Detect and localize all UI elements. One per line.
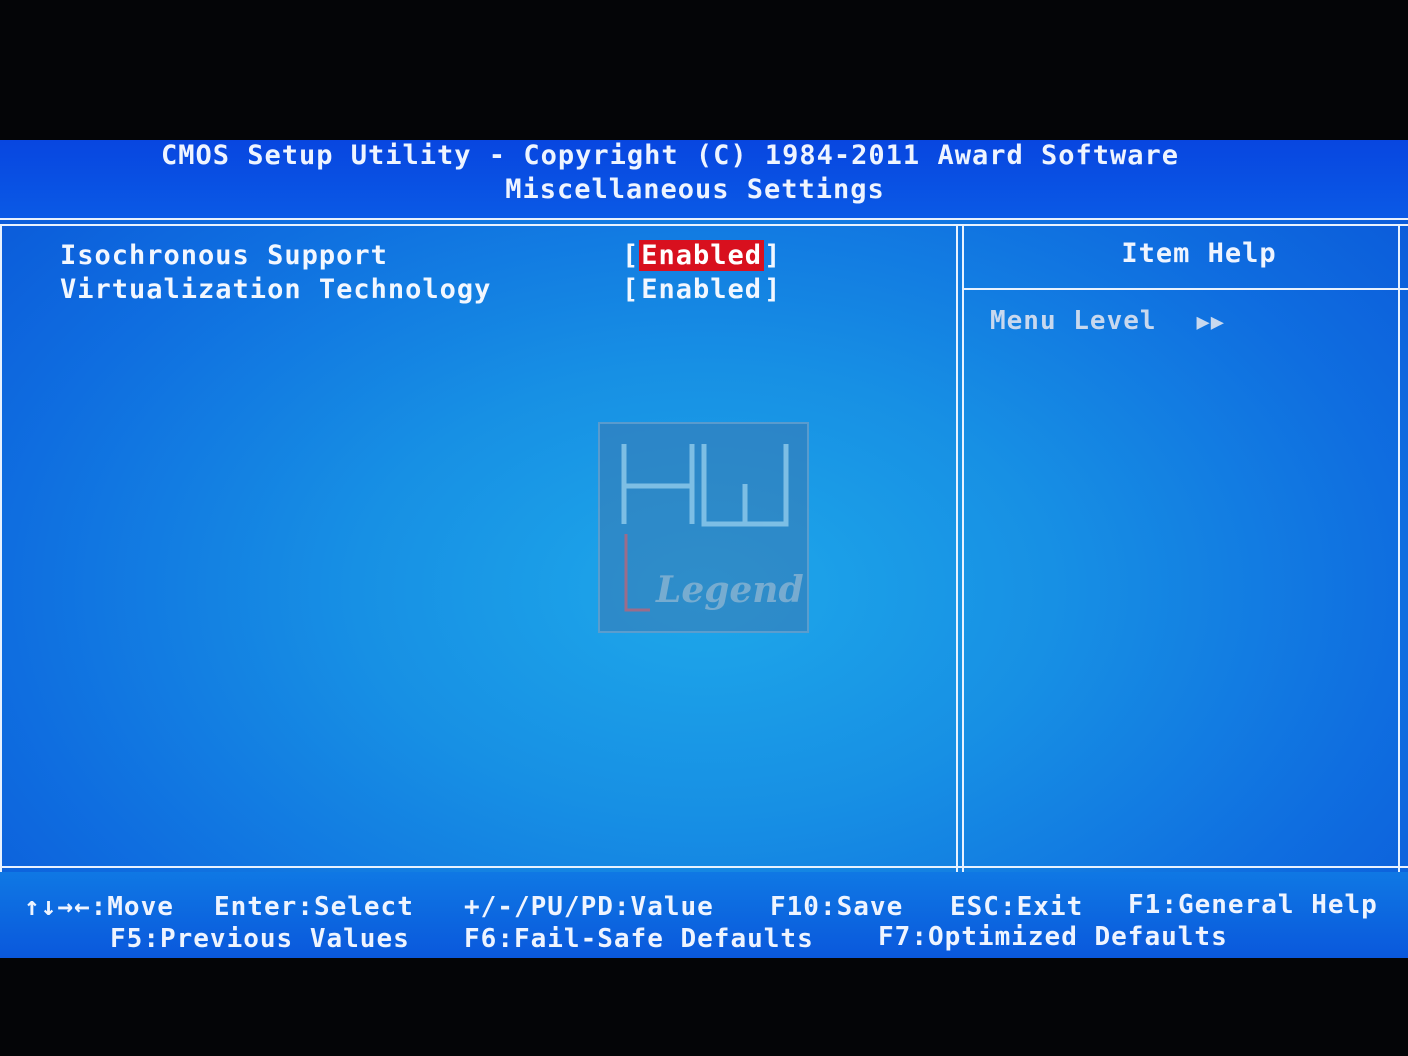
header-divider-bottom <box>0 224 1408 226</box>
key-hint-value: +/-/PU/PD:Value <box>464 892 714 922</box>
key-hint-fail-safe-defaults: F6:Fail-Safe Defaults <box>464 924 814 954</box>
item-help-title: Item Help <box>1121 238 1277 269</box>
setting-isochronous-support[interactable]: Isochronous Support [Enabled] <box>60 240 820 274</box>
key-hint-exit: ESC:Exit <box>950 892 1084 922</box>
menu-level-label: Menu Level <box>990 306 1157 336</box>
double-arrow-right-icon: ▶▶ <box>1196 310 1226 335</box>
watermark-logo-icon: Legend <box>621 444 804 612</box>
footer-divider-top <box>0 866 1408 868</box>
setting-label: Virtualization Technology <box>60 274 492 305</box>
key-hint-previous-values: F5:Previous Values <box>110 924 410 954</box>
help-title-divider <box>962 288 1408 290</box>
right-border <box>1398 224 1400 872</box>
header-bar: CMOS Setup Utility - Copyright (C) 1984-… <box>0 140 1408 220</box>
help-panel-divider-right <box>962 224 964 872</box>
setting-virtualization-technology[interactable]: Virtualization Technology [Enabled] <box>60 274 820 308</box>
key-hint-general-help: F1:General Help <box>1128 890 1378 920</box>
setting-value-text: Enabled <box>639 240 765 271</box>
hwlegend-watermark-logo: Legend <box>598 422 809 633</box>
key-hint-optimized-defaults: F7:Optimized Defaults <box>878 922 1228 952</box>
utility-title: CMOS Setup Utility - Copyright (C) 1984-… <box>160 140 1180 171</box>
setting-value[interactable]: [Enabled] <box>622 274 781 305</box>
monitor-screen: CMOS Setup Utility - Copyright (C) 1984-… <box>0 0 1408 1056</box>
bios-setup-window: CMOS Setup Utility - Copyright (C) 1984-… <box>0 140 1408 958</box>
help-panel-divider-left <box>956 224 958 872</box>
setting-value-text: Enabled <box>641 274 763 305</box>
footer-keybar: ↑↓→←:Move Enter:Select +/-/PU/PD:Value F… <box>0 872 1408 958</box>
watermark-text: Legend <box>655 569 804 611</box>
key-hint-save: F10:Save <box>770 892 904 922</box>
key-hint-select: Enter:Select <box>214 892 414 922</box>
settings-list: Isochronous Support [Enabled] Virtualiza… <box>60 240 820 308</box>
key-hint-move: ↑↓→←:Move <box>24 892 174 922</box>
header-divider-top <box>0 218 1408 220</box>
page-title: Miscellaneous Settings <box>505 174 885 205</box>
setting-label: Isochronous Support <box>60 240 388 271</box>
setting-value-selected[interactable]: [Enabled] <box>622 240 781 271</box>
left-border <box>0 224 2 872</box>
menu-level-indicator: Menu Level ▶▶ <box>990 306 1225 336</box>
